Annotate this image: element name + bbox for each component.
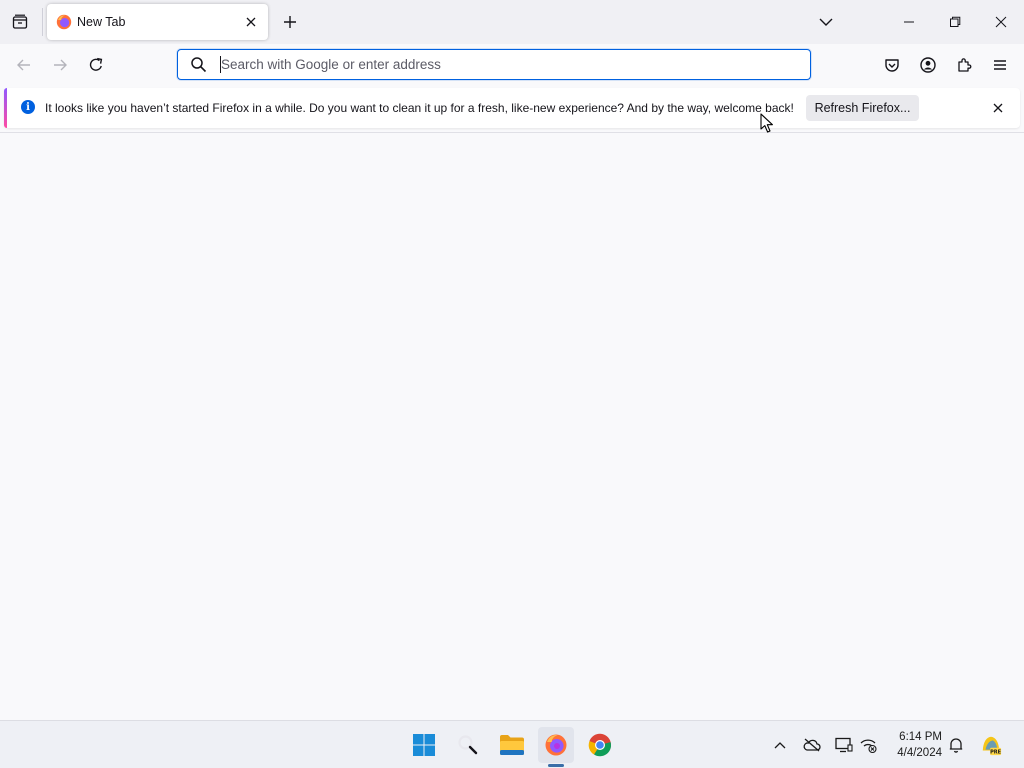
forward-button[interactable] (48, 53, 72, 77)
list-all-tabs-button[interactable] (814, 11, 838, 33)
close-icon (993, 103, 1003, 113)
windows-taskbar: 6:14 PM 4/4/2024 PRE (0, 720, 1024, 768)
chrome-icon (588, 733, 612, 757)
extensions-button[interactable] (952, 53, 976, 77)
notification-accent (4, 88, 7, 128)
bell-icon (949, 738, 963, 753)
file-explorer-icon (500, 735, 524, 755)
urlbar[interactable] (177, 49, 811, 80)
taskbar-file-explorer[interactable] (494, 727, 530, 763)
notification-center-button[interactable] (945, 734, 967, 756)
window-restore-button[interactable] (932, 0, 978, 44)
plus-icon (284, 16, 296, 28)
taskbar-chrome[interactable] (582, 727, 618, 763)
address-input[interactable] (221, 53, 781, 75)
firefox-view-button[interactable] (8, 10, 32, 34)
close-icon (246, 17, 256, 27)
hamburger-menu-icon (994, 60, 1006, 70)
page-content[interactable] (0, 133, 1024, 720)
copilot-button[interactable]: PRE (980, 734, 1002, 756)
mouse-cursor-icon (760, 113, 773, 133)
account-button[interactable] (916, 53, 940, 77)
taskbar-firefox[interactable] (538, 727, 574, 763)
refresh-firefox-notification: i It looks like you haven’t started Fire… (4, 88, 1020, 128)
search-icon (458, 735, 478, 755)
clock-date: 4/4/2024 (897, 747, 942, 759)
restore-icon (950, 16, 961, 27)
onedrive-offline-icon (803, 738, 821, 752)
chevron-up-icon (774, 742, 786, 749)
tab-new-tab[interactable]: New Tab (47, 4, 268, 40)
firefox-favicon-icon (56, 14, 72, 30)
back-arrow-icon (17, 59, 30, 71)
account-icon (920, 57, 936, 73)
pocket-button[interactable] (880, 53, 904, 77)
svg-text:PRE: PRE (990, 750, 1002, 756)
notification-message: It looks like you haven’t started Firefo… (45, 101, 794, 115)
tab-title: New Tab (77, 15, 126, 29)
refresh-firefox-button[interactable]: Refresh Firefox... (806, 95, 919, 121)
active-app-indicator (548, 764, 564, 767)
window-minimize-button[interactable] (886, 0, 932, 44)
tab-strip-separator (42, 8, 43, 36)
reload-icon (89, 57, 103, 71)
firefox-view-icon (12, 14, 28, 29)
search-icon (191, 57, 207, 73)
forward-arrow-icon (54, 59, 67, 71)
windows-start-icon (413, 734, 435, 756)
window-close-button[interactable] (978, 0, 1024, 44)
close-icon (995, 16, 1007, 28)
info-icon: i (21, 100, 35, 114)
display-icon (835, 737, 853, 753)
clock-time: 6:14 PM (899, 731, 942, 743)
tab-close-button[interactable] (242, 13, 260, 31)
start-button[interactable] (406, 727, 442, 763)
tab-strip: New Tab (0, 0, 1024, 44)
reload-button[interactable] (84, 53, 108, 77)
network-disconnected-icon (860, 739, 877, 753)
system-clock[interactable]: 6:14 PM 4/4/2024 (880, 729, 942, 761)
puzzle-piece-icon (958, 58, 972, 72)
navigation-toolbar (0, 44, 1024, 86)
pocket-icon (885, 59, 899, 72)
tray-onedrive[interactable] (801, 734, 823, 756)
copilot-icon: PRE (982, 736, 1002, 756)
back-button[interactable] (12, 53, 36, 77)
app-menu-button[interactable] (988, 53, 1012, 77)
chevron-down-icon (819, 18, 833, 26)
new-tab-button[interactable] (279, 11, 301, 33)
taskbar-search-button[interactable] (450, 727, 486, 763)
tray-network[interactable] (858, 734, 880, 756)
tray-display[interactable] (833, 734, 855, 756)
minimize-icon (904, 21, 914, 23)
firefox-icon (545, 734, 567, 756)
show-hidden-icons-button[interactable] (769, 734, 791, 756)
notification-close-button[interactable] (989, 99, 1007, 117)
